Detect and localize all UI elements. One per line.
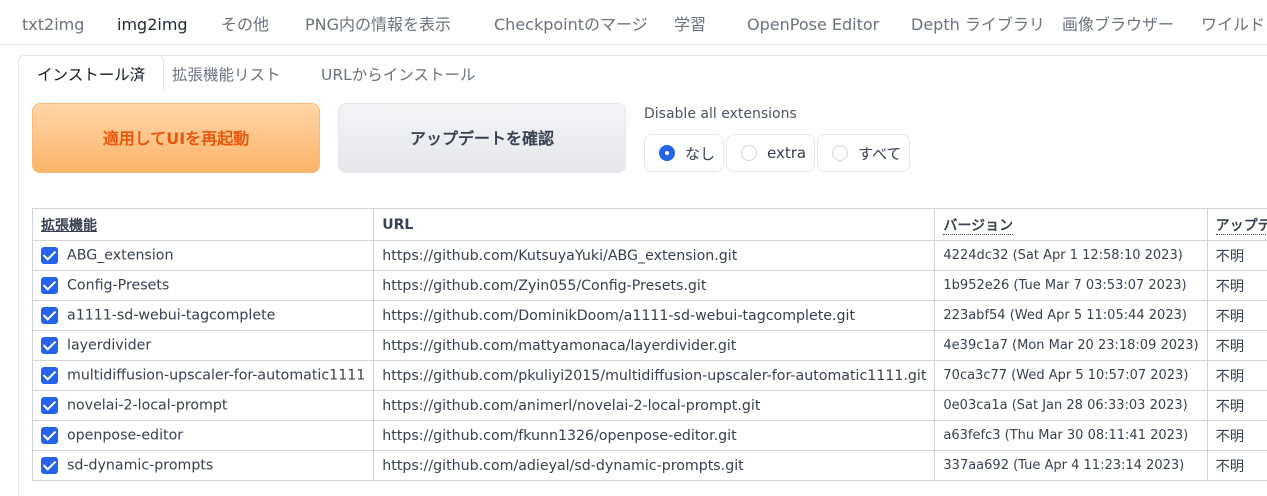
extension-cell: Config-Presets bbox=[33, 271, 374, 301]
enabled-checkbox[interactable] bbox=[41, 337, 58, 354]
radio-all[interactable]: すべて bbox=[817, 134, 910, 172]
extension-update-status: 不明 bbox=[1207, 361, 1267, 391]
apply-and-restart-button[interactable]: 適用してUIを再起動 bbox=[32, 103, 320, 173]
tab-img2img[interactable]: img2img bbox=[117, 0, 188, 44]
extension-version: 4e39c1a7 (Mon Mar 20 23:18:09 2023) bbox=[935, 331, 1207, 361]
radio-unchecked-icon bbox=[741, 145, 757, 161]
tab-checkpoint-merge[interactable]: Checkpointのマージ bbox=[494, 0, 648, 44]
extension-url[interactable]: https://github.com/adieyal/sd-dynamic-pr… bbox=[374, 451, 935, 481]
extension-name: sd-dynamic-prompts bbox=[67, 458, 213, 474]
extension-update-status: 不明 bbox=[1207, 271, 1267, 301]
extension-name: a1111-sd-webui-tagcomplete bbox=[67, 308, 275, 324]
tab-wildcards[interactable]: ワイルドカ bbox=[1201, 0, 1267, 44]
radio-extra[interactable]: extra bbox=[726, 134, 815, 172]
extension-cell: multidiffusion-upscaler-for-automatic111… bbox=[33, 361, 374, 391]
radio-none[interactable]: なし bbox=[644, 134, 724, 172]
table-row: Config-Presets https://github.com/Zyin055… bbox=[33, 271, 1267, 301]
table-row: novelai-2-local-prompt https://github.com… bbox=[33, 391, 1267, 421]
extension-version: 223abf54 (Wed Apr 5 11:05:44 2023) bbox=[935, 301, 1207, 331]
header-url: URL bbox=[374, 209, 935, 241]
extension-version: 4224dc32 (Sat Apr 1 12:58:10 2023) bbox=[935, 241, 1207, 271]
extension-update-status: 不明 bbox=[1207, 421, 1267, 451]
table-row: openpose-editor https://github.com/fkunn1… bbox=[33, 421, 1267, 451]
extension-cell: openpose-editor bbox=[33, 421, 374, 451]
sub-tab-install-from-url[interactable]: URLからインストール bbox=[321, 56, 475, 92]
extension-url[interactable]: https://github.com/KutsuyaYuki/ABG_exten… bbox=[374, 241, 935, 271]
extensions-table: 拡張機能 URL バージョン アップデート ABG_extensionhttps… bbox=[32, 208, 1267, 481]
extension-version: a63fefc3 (Thu Mar 30 08:11:41 2023) bbox=[935, 421, 1207, 451]
extension-update-status: 不明 bbox=[1207, 331, 1267, 361]
extension-name: multidiffusion-upscaler-for-automatic111… bbox=[67, 368, 365, 384]
extension-cell: layerdivider bbox=[33, 331, 374, 361]
extension-version: 337aa692 (Tue Apr 4 11:23:14 2023) bbox=[935, 451, 1207, 481]
tab-png-info[interactable]: PNG内の情報を表示 bbox=[305, 0, 451, 44]
table-header-row: 拡張機能 URL バージョン アップデート bbox=[33, 209, 1267, 241]
radio-checked-icon bbox=[659, 145, 675, 161]
extension-url[interactable]: https://github.com/fkunn1326/openpose-ed… bbox=[374, 421, 935, 451]
extension-update-status: 不明 bbox=[1207, 451, 1267, 481]
extension-name: novelai-2-local-prompt bbox=[67, 398, 227, 414]
enabled-checkbox[interactable] bbox=[41, 277, 58, 294]
extension-cell: ABG_extension bbox=[33, 241, 374, 271]
enabled-checkbox[interactable] bbox=[41, 457, 58, 474]
extension-name: layerdivider bbox=[67, 338, 151, 354]
table-row: sd-dynamic-prompts https://github.com/adi… bbox=[33, 451, 1267, 481]
extension-update-status: 不明 bbox=[1207, 301, 1267, 331]
table-row: a1111-sd-webui-tagcomplete https://github… bbox=[33, 301, 1267, 331]
radio-none-label: なし bbox=[685, 143, 715, 164]
enabled-checkbox[interactable] bbox=[41, 307, 58, 324]
extension-url[interactable]: https://github.com/Zyin055/Config-Preset… bbox=[374, 271, 935, 301]
extension-version: 70ca3c77 (Wed Apr 5 10:57:07 2023) bbox=[935, 361, 1207, 391]
table-row: layerdivider https://github.com/mattyamon… bbox=[33, 331, 1267, 361]
enabled-checkbox[interactable] bbox=[41, 247, 58, 264]
extension-version: 0e03ca1a (Sat Jan 28 06:33:03 2023) bbox=[935, 391, 1207, 421]
radio-extra-label: extra bbox=[767, 144, 806, 162]
extension-update-status: 不明 bbox=[1207, 391, 1267, 421]
extension-name: ABG_extension bbox=[67, 248, 173, 264]
extension-update-status: 不明 bbox=[1207, 241, 1267, 271]
radio-unchecked-icon bbox=[832, 145, 848, 161]
extension-url[interactable]: https://github.com/animerl/novelai-2-loc… bbox=[374, 391, 935, 421]
extension-name: openpose-editor bbox=[67, 428, 183, 444]
extension-version: 1b952e26 (Tue Mar 7 03:53:07 2023) bbox=[935, 271, 1207, 301]
tab-image-browser[interactable]: 画像ブラウザー bbox=[1062, 0, 1174, 44]
disable-extensions-label: Disable all extensions bbox=[644, 106, 797, 122]
tab-train[interactable]: 学習 bbox=[674, 0, 706, 44]
tab-other[interactable]: その他 bbox=[221, 0, 269, 44]
check-updates-button[interactable]: アップデートを確認 bbox=[338, 103, 626, 173]
radio-all-label: すべて bbox=[858, 143, 901, 164]
tab-txt2img[interactable]: txt2img bbox=[22, 0, 84, 44]
sub-tab-installed[interactable]: インストール済 bbox=[18, 55, 164, 94]
extension-url[interactable]: https://github.com/pkuliyi2015/multidiff… bbox=[374, 361, 935, 391]
header-version: バージョン bbox=[935, 209, 1207, 241]
extension-cell: novelai-2-local-prompt bbox=[33, 391, 374, 421]
enabled-checkbox[interactable] bbox=[41, 427, 58, 444]
table-row: ABG_extension https://github.com/KutsuyaY… bbox=[33, 241, 1267, 271]
enabled-checkbox[interactable] bbox=[41, 397, 58, 414]
sub-tab-available[interactable]: 拡張機能リスト bbox=[172, 56, 281, 92]
tab-openpose-editor[interactable]: OpenPose Editor bbox=[747, 0, 879, 44]
tab-depth-library[interactable]: Depth ライブラリ bbox=[911, 0, 1045, 44]
enabled-checkbox[interactable] bbox=[41, 367, 58, 384]
extension-name: Config-Presets bbox=[67, 278, 169, 294]
header-update: アップデート bbox=[1207, 209, 1267, 241]
top-tab-bar: txt2img img2img その他 PNG内の情報を表示 Checkpoin… bbox=[0, 0, 1267, 45]
extension-cell: a1111-sd-webui-tagcomplete bbox=[33, 301, 374, 331]
extension-cell: sd-dynamic-prompts bbox=[33, 451, 374, 481]
extension-url[interactable]: https://github.com/DominikDoom/a1111-sd-… bbox=[374, 301, 935, 331]
table-row: multidiffusion-upscaler-for-automatic111… bbox=[33, 361, 1267, 391]
extension-url[interactable]: https://github.com/mattyamonaca/layerdiv… bbox=[374, 331, 935, 361]
header-extension: 拡張機能 bbox=[33, 209, 374, 241]
